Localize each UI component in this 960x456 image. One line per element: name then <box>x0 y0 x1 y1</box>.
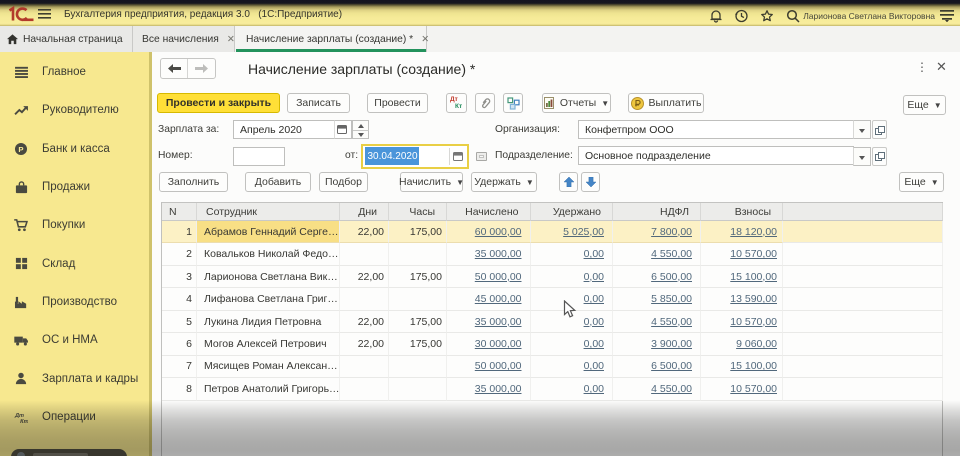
svg-text:P: P <box>18 145 23 154</box>
svg-text:Дт: Дт <box>14 413 24 419</box>
svg-text:Кт: Кт <box>20 419 28 424</box>
